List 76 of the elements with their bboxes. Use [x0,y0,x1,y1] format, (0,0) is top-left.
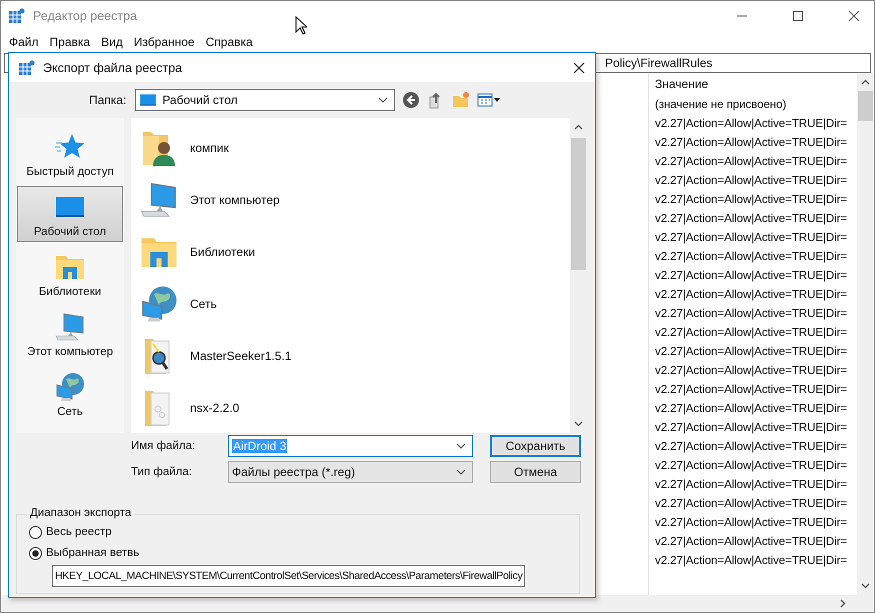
radio-option[interactable]: Выбранная ветвь [29,544,140,562]
place-item[interactable]: Этот компьютер [17,306,123,362]
scroll-down-icon[interactable] [861,583,870,589]
computer-icon [54,310,86,342]
value-cell-text: v2.27|Action=Allow|Active=TRUE|Dir= [654,192,848,208]
place-item[interactable]: Библиотеки [17,246,123,302]
value-cell-text: v2.27|Action=Allow|Active=TRUE|Dir= [654,230,848,246]
scroll-down-icon[interactable] [574,421,583,427]
file-item[interactable]: Этот компьютер [190,193,280,207]
value-cell-text: v2.27|Action=Allow|Active=TRUE|Dir= [654,534,848,550]
menu-item[interactable]: Правка [50,35,90,49]
value-cell-text: v2.27|Action=Allow|Active=TRUE|Dir= [654,477,848,493]
menu-item[interactable]: Вид [101,35,123,49]
place-item[interactable]: Рабочий стол [17,186,123,242]
value-cell-text: v2.27|Action=Allow|Active=TRUE|Dir= [654,211,848,227]
value-cell-text: v2.27|Action=Allow|Active=TRUE|Dir= [654,173,848,189]
value-cell-text: (значение не присвоено) [654,97,788,113]
cancel-button[interactable]: Отмена [490,461,581,483]
value-cell-text: v2.27|Action=Allow|Active=TRUE|Dir= [654,401,848,417]
value-cell-text: v2.27|Action=Allow|Active=TRUE|Dir= [654,515,848,531]
folder-label: Папка: [89,93,126,107]
menu-item[interactable]: Избранное [134,35,195,49]
close-icon[interactable] [573,62,585,74]
scroll-thumb[interactable] [858,91,873,121]
filename-label: Имя файла: [131,440,196,452]
file-item[interactable]: компик [190,141,229,155]
value-cell-text: v2.27|Action=Allow|Active=TRUE|Dir= [654,325,848,341]
radio-icon[interactable] [29,546,42,560]
registry-icon [9,8,25,24]
file-item[interactable]: nsx-2.2.0 [190,401,240,415]
value-cell-text: v2.27|Action=Allow|Active=TRUE|Dir= [654,439,848,455]
file-item[interactable]: Сеть [190,297,217,311]
window-title: Редактор реестра [33,9,138,23]
value-cell-text: v2.27|Action=Allow|Active=TRUE|Dir= [654,249,848,265]
maximize-icon[interactable] [792,10,804,22]
menu-item[interactable]: Справка [206,35,253,49]
value-cell-text: v2.27|Action=Allow|Active=TRUE|Dir= [654,287,848,303]
file-item[interactable]: MasterSeeker1.5.1 [190,349,292,363]
network-icon [139,284,179,324]
network-icon [54,370,86,402]
value-cell-text: v2.27|Action=Allow|Active=TRUE|Dir= [654,306,848,322]
value-cell-text: v2.27|Action=Allow|Active=TRUE|Dir= [654,420,848,436]
value-cell-text: v2.27|Action=Allow|Active=TRUE|Dir= [654,382,848,398]
registry-icon [19,60,35,76]
vertical-scrollbar[interactable] [857,73,874,595]
value-cell-text: v2.27|Action=Allow|Active=TRUE|Dir= [654,268,848,284]
scroll-up-icon[interactable] [574,124,583,130]
radio-option[interactable]: Весь реестр [29,523,112,541]
value-cell-text: v2.27|Action=Allow|Active=TRUE|Dir= [654,458,848,474]
scroll-right-icon[interactable] [840,599,846,608]
value-cell-text: v2.27|Action=Allow|Active=TRUE|Dir= [654,154,848,170]
folder-dropdown[interactable]: Рабочий стол [135,89,396,111]
view-menu-icon[interactable] [477,92,502,108]
branch-field[interactable]: HKEY_LOCAL_MACHINE\SYSTEM\CurrentControlSet\Services\SharedAccess\Parameters\FirewallPolicy [52,565,526,587]
radio-icon[interactable] [29,526,42,538]
place-item[interactable]: Быстрый доступ [17,126,123,182]
dialog-title: Экспорт файла реестра [43,60,182,74]
scroll-thumb[interactable] [571,138,586,270]
place-item[interactable]: Сеть [17,366,123,422]
value-cell-text: v2.27|Action=Allow|Active=TRUE|Dir= [654,553,848,569]
filetype-dropdown[interactable]: Файлы реестра (*.reg) [228,461,473,483]
value-cell-text: v2.27|Action=Allow|Active=TRUE|Dir= [654,344,848,360]
close-icon[interactable] [848,10,860,22]
file-item[interactable]: Библиотеки [190,245,256,259]
mouse-cursor-icon [295,16,307,35]
filetype-label: Тип файла: [131,466,193,478]
value-cell-text: v2.27|Action=Allow|Active=TRUE|Dir= [654,116,848,132]
column-header[interactable]: Значение [649,73,857,95]
back-icon[interactable] [402,91,420,109]
save-button[interactable]: Сохранить [490,435,581,457]
scroll-up-icon[interactable] [861,79,870,85]
group-title: Диапазон экспорта [27,507,134,519]
value-cell-text: v2.27|Action=Allow|Active=TRUE|Dir= [654,496,848,512]
menu-item[interactable]: Файл [9,35,39,49]
value-cell-text: v2.27|Action=Allow|Active=TRUE|Dir= [654,135,848,151]
value-cell-text: v2.27|Action=Allow|Active=TRUE|Dir= [654,363,848,379]
